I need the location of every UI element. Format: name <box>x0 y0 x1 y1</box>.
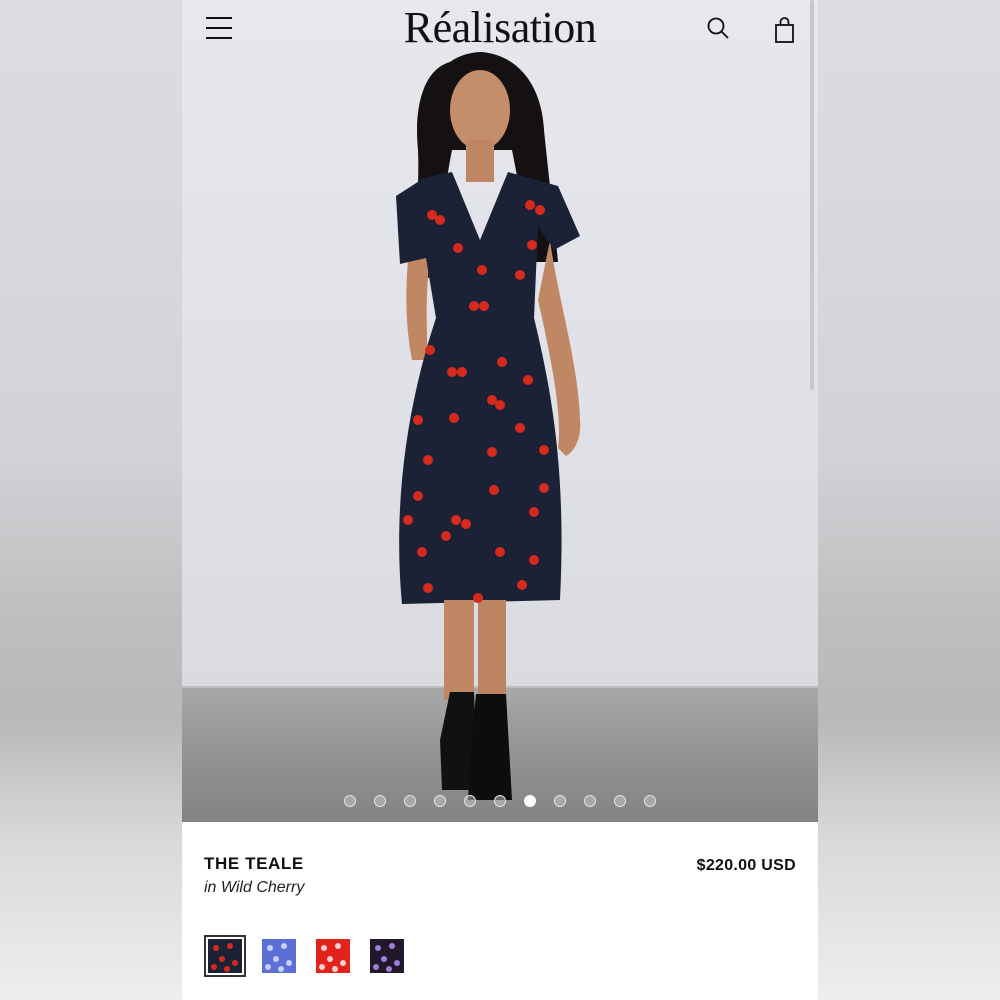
product-page: Réalisation THE TEALE in Wild Cherry $22… <box>182 0 818 1000</box>
product-variant: in Wild Cherry <box>204 879 305 896</box>
carousel-pagination <box>182 795 818 807</box>
carousel-dot[interactable] <box>554 795 566 807</box>
carousel-dot[interactable] <box>584 795 596 807</box>
swatch-wild-cherry[interactable] <box>204 935 246 977</box>
swatch-red-print[interactable] <box>312 935 354 977</box>
carousel-dot[interactable] <box>404 795 416 807</box>
product-photo-model <box>396 52 581 800</box>
carousel-dot[interactable] <box>614 795 626 807</box>
carousel-dot[interactable] <box>464 795 476 807</box>
product-name: THE TEALE <box>204 854 304 873</box>
site-header: Réalisation <box>182 0 818 64</box>
product-info: THE TEALE in Wild Cherry $220.00 USD <box>182 822 818 1000</box>
search-icon[interactable] <box>704 14 734 46</box>
color-swatches <box>204 935 408 977</box>
carousel-dot[interactable] <box>524 795 536 807</box>
carousel-dot[interactable] <box>344 795 356 807</box>
carousel-dot[interactable] <box>374 795 386 807</box>
product-image-carousel[interactable]: Réalisation <box>182 0 818 822</box>
swatch-blue-print[interactable] <box>258 935 300 977</box>
shopping-bag-icon[interactable] <box>770 14 800 46</box>
swatch-dark-floral[interactable] <box>366 935 408 977</box>
carousel-dot[interactable] <box>434 795 446 807</box>
product-price: $220.00 USD <box>696 857 796 874</box>
carousel-dot[interactable] <box>494 795 506 807</box>
carousel-dot[interactable] <box>644 795 656 807</box>
